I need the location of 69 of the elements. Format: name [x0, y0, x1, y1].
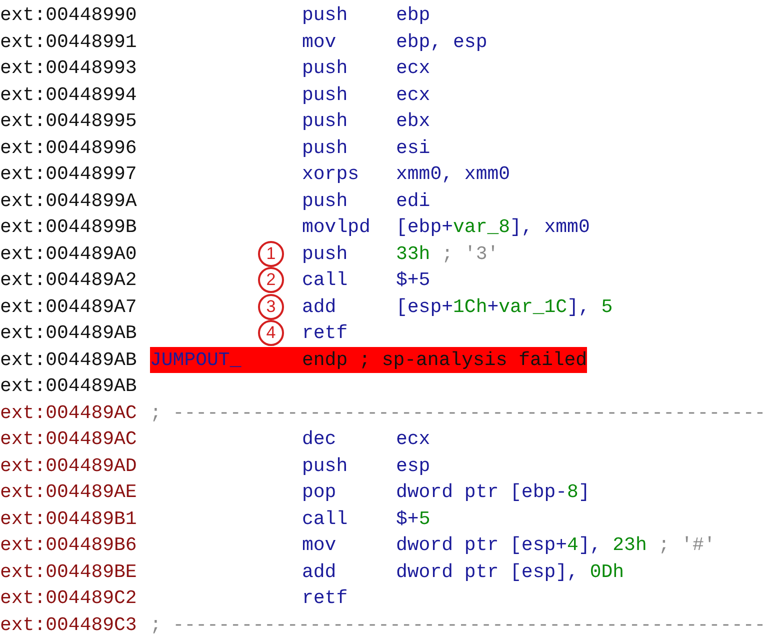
step-number: 1	[258, 240, 284, 267]
address-text: ext:004489A0	[0, 242, 138, 266]
mnemonic-text: endp ; sp-analysis failed	[302, 348, 588, 372]
operand-text: esp	[396, 454, 430, 478]
operand-text: $+5	[396, 268, 430, 293]
operand-text: ecx	[396, 82, 430, 108]
mnemonic-text: pop	[302, 480, 338, 505]
separator-comment: ; ----------------------------------------------------	[150, 612, 766, 638]
operand-text: ebp	[396, 3, 430, 28]
mnemonic-text: call	[302, 268, 349, 293]
mnemonic-text: push	[302, 136, 349, 160]
address-text: ext:004489BE	[0, 560, 138, 584]
address-text: ext:004489C2	[0, 586, 138, 611]
mnemonic-text: mov	[302, 533, 338, 558]
mnemonic-text: push	[302, 242, 349, 266]
operand-text: [ebp+var_8], xmm0	[396, 215, 590, 240]
mnemonic-text: call	[302, 506, 349, 532]
operand-text: $+5	[396, 506, 430, 532]
address-text: ext:004489C3	[0, 612, 138, 638]
operand-text: edi	[396, 188, 430, 214]
address-text: ext:004489AB	[0, 374, 138, 399]
address-text: ext:004489AE	[0, 480, 138, 505]
address-text: ext:00448994	[0, 82, 138, 108]
address-text: ext:004489AB	[0, 321, 138, 346]
mnemonic-text: movlpd	[302, 215, 372, 240]
step-number: 3	[258, 294, 284, 320]
address-text: ext:00448996	[0, 136, 138, 160]
step-number: 2	[258, 267, 284, 294]
mnemonic-text: dec	[302, 427, 338, 452]
mnemonic-text: retf	[302, 586, 349, 611]
operand-text: dword ptr [esp], 0Dh	[396, 560, 624, 584]
operand-text: dword ptr [esp+4], 23h ; '#'	[396, 533, 716, 558]
address-text: ext:004489AD	[0, 454, 138, 478]
operand-text: ebx	[396, 109, 430, 134]
address-text: ext:004489A2	[0, 268, 138, 293]
address-text: ext:004489AB	[0, 348, 138, 372]
address-text: ext:0044899A	[0, 188, 138, 214]
mnemonic-text: push	[302, 188, 349, 214]
label-text: JUMPOUT_	[150, 348, 242, 372]
address-text: ext:00448997	[0, 162, 138, 187]
mnemonic-text: add	[302, 560, 338, 584]
operand-text: [esp+1Ch+var_1C], 5	[396, 294, 613, 320]
mnemonic-text: add	[302, 294, 338, 320]
address-text: ext:004489B6	[0, 533, 138, 558]
separator-comment: ; ----------------------------------------------------	[150, 400, 766, 426]
operand-text: 33h ; '3'	[396, 242, 499, 266]
operand-text: ebp, esp	[396, 30, 488, 54]
address-text: ext:00448991	[0, 30, 138, 54]
address-text: ext:004489AC	[0, 400, 138, 426]
address-text: ext:004489A7	[0, 294, 138, 320]
address-text: ext:00448990	[0, 3, 138, 28]
operand-text: esi	[396, 136, 430, 160]
address-text: ext:004489B1	[0, 506, 138, 532]
mnemonic-text: push	[302, 3, 349, 28]
mnemonic-text: push	[302, 454, 349, 478]
operand-text: xmm0, xmm0	[396, 162, 510, 187]
address-text: ext:004489AC	[0, 427, 138, 452]
address-text: ext:00448995	[0, 109, 138, 134]
mnemonic-text: push	[302, 82, 349, 108]
address-text: ext:00448993	[0, 56, 138, 81]
operand-text: ecx	[396, 427, 430, 452]
mnemonic-text: xorps	[302, 162, 360, 187]
operand-text: ecx	[396, 56, 430, 81]
address-text: ext:0044899B	[0, 215, 138, 240]
mnemonic-text: mov	[302, 30, 338, 54]
mnemonic-text: push	[302, 56, 349, 81]
mnemonic-text: push	[302, 109, 349, 134]
operand-text: dword ptr [ebp-8]	[396, 480, 590, 505]
mnemonic-text: retf	[302, 321, 349, 346]
